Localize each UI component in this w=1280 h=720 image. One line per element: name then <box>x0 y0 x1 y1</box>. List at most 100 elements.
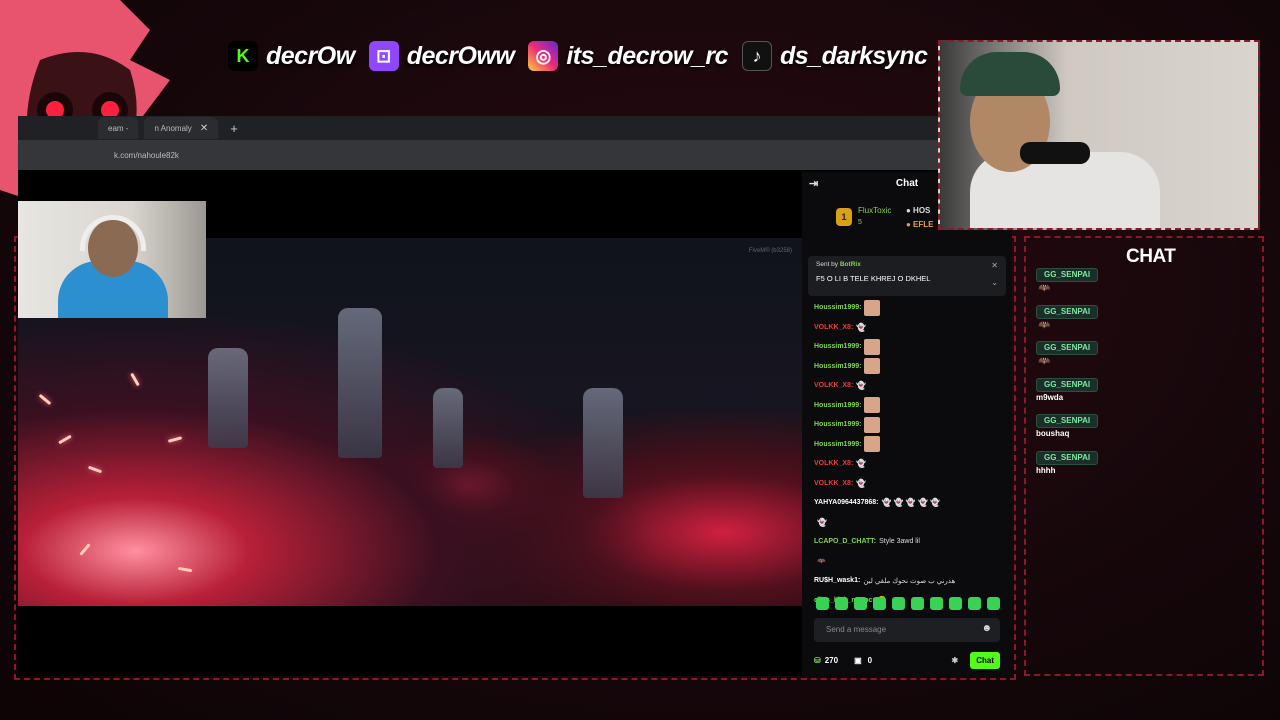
overlay-chat: CHAT GG_SENPAI 🦇 GG_SENPAI 🦇 GG_SENPAI 🦇 GG_SE… <box>1028 238 1262 676</box>
address-bar[interactable]: k.com/nahoule82k ☆ ⧉ <box>18 140 1012 170</box>
chat-username[interactable]: Houssim1999: <box>814 421 861 428</box>
emote-button[interactable] <box>987 597 1000 610</box>
game-hud-text: FiveM® (b3258) <box>748 248 792 254</box>
chat-username[interactable]: Houssim1999: <box>814 343 861 350</box>
chat-text: 👻 <box>856 381 867 391</box>
host-tag: ● HOS <box>906 206 931 215</box>
gift-count: 0 <box>867 655 873 665</box>
tab-bar: eam - n Anomaly ✕ + <box>18 116 1012 140</box>
chat-username[interactable]: Houssim1999: <box>814 441 861 448</box>
spark <box>167 436 183 443</box>
social-instagram[interactable]: ◎ its_decrow_rc <box>528 41 728 71</box>
player-figure <box>433 388 463 468</box>
chat-message: 👻 <box>814 513 1006 533</box>
chat-input-placeholder: Send a message <box>826 625 887 634</box>
chat-username[interactable]: VOLKK_X8: <box>814 460 853 467</box>
points-icon: ⛁ <box>814 655 821 665</box>
pinned-message[interactable]: Sent by BotRix F5 O LI B TELE KHREJ O DK… <box>808 256 1006 296</box>
kick-chat-panel: ⇥ Chat 1 FluxToxic 5 ● HOS ● EFLE Sent b… <box>802 172 1012 676</box>
chat-username[interactable]: VOLKK_X8: <box>814 382 853 389</box>
emote-image <box>864 436 881 453</box>
pinned-sender: Sent by BotRix <box>816 261 998 268</box>
emote-button[interactable] <box>816 597 829 610</box>
spark <box>38 393 52 406</box>
chat-text: 👻 <box>817 517 827 527</box>
tab-title: n Anomaly <box>154 123 192 133</box>
emote-image <box>864 358 881 375</box>
social-twitch[interactable]: ⊡ decrOww <box>368 41 515 71</box>
url-text[interactable]: k.com/nahoule82k <box>114 151 944 160</box>
overlay-chat-message: 🦇 <box>1038 283 1051 294</box>
overlay-chat-title: CHAT <box>1126 246 1176 267</box>
emote-button[interactable] <box>968 597 981 610</box>
chat-messages: Houssim1999: VOLKK_X8: 👻 Houssim1999: Houssi… <box>814 298 1006 610</box>
pinned-text: F5 O LI B TELE KHREJ O DKHEL <box>816 274 931 283</box>
emote-button[interactable] <box>892 597 905 610</box>
emote-button[interactable] <box>854 597 867 610</box>
unpin-icon[interactable]: ✕ <box>991 261 998 270</box>
emote-button[interactable] <box>949 597 962 610</box>
overlay-chat-message: boushaq <box>1036 429 1070 438</box>
kick-icon: K <box>228 41 258 71</box>
spark <box>87 465 103 474</box>
chat-username[interactable]: Houssim1999: <box>814 402 861 409</box>
overlay-chat-message: 🦇 <box>1038 319 1051 331</box>
social-kick[interactable]: K decrOw <box>228 41 355 71</box>
gear-icon[interactable]: ✱ <box>952 656 959 665</box>
chat-username[interactable]: YAHYA0964437868: <box>814 499 878 506</box>
emote-quickbar <box>816 597 1000 610</box>
microphone-icon <box>1020 142 1090 164</box>
tiktok-icon: ♪ <box>742 41 772 71</box>
spark <box>177 566 193 573</box>
chat-message: YAHYA0964437868: 👻 👻 👻 👻 👻 <box>814 493 1006 513</box>
spark <box>130 372 140 387</box>
chat-message: LCAPO_D_CHATT: Style 3awd lil <box>814 532 1006 552</box>
chat-username[interactable]: VOLKK_X8: <box>814 480 853 487</box>
overlay-chat-username: GG_SENPAI <box>1036 304 1099 319</box>
gift-icon[interactable]: ▣ <box>854 656 862 665</box>
sender-name: BotRix <box>839 261 861 268</box>
guest-facecam <box>18 201 206 318</box>
overlay-chat-username: GG_SENPAI <box>1036 377 1099 392</box>
chat-input[interactable]: Send a message ☻ <box>814 618 1000 642</box>
twitch-icon: ⊡ <box>368 41 399 71</box>
cap-icon <box>960 52 1060 96</box>
browser-tab-active[interactable]: n Anomaly ✕ <box>144 117 219 139</box>
new-tab-button[interactable]: + <box>230 121 238 136</box>
chat-text: هدرني ب صوت نحوك ملقي لين <box>863 577 956 585</box>
points-count[interactable]: 270 <box>825 656 838 665</box>
social-handle: decrOw <box>266 41 355 70</box>
top-gifter-name[interactable]: FluxToxic <box>858 206 891 215</box>
chat-message: Houssim1999: <box>814 435 1006 455</box>
browser-tab[interactable]: eam - <box>98 117 139 139</box>
chat-username[interactable]: Houssim1999: <box>814 304 861 311</box>
chat-message: VOLKK_X8: 👻 <box>814 318 1006 338</box>
player-figure <box>208 348 248 448</box>
emote-image <box>864 416 881 433</box>
chat-username[interactable]: RU$H_wask1: <box>814 577 860 584</box>
emote-button[interactable] <box>911 597 924 610</box>
social-tiktok[interactable]: ♪ ds_darksync <box>742 41 928 71</box>
overlay-chat-username: GG_SENPAI <box>1036 414 1099 428</box>
stream-overlay: { "socials": [ {"icon": "kick-icon", "gl… <box>0 0 1280 720</box>
tab-title: eam - <box>108 123 129 133</box>
send-chat-button[interactable]: Chat <box>970 651 1000 669</box>
chevron-down-icon[interactable]: ⌄ <box>991 278 998 287</box>
emote-button[interactable] <box>873 597 886 610</box>
collapse-chat-icon[interactable]: ⇥ <box>809 177 818 190</box>
overlay-chat-message: 🦇 <box>1038 356 1051 367</box>
chat-text: 👻 <box>856 459 867 469</box>
close-icon[interactable]: ✕ <box>200 123 208 134</box>
chat-footer: ⛁ 270 ▣ 0 ✱ Chat <box>814 650 1000 670</box>
emoji-picker-icon[interactable]: ☻ <box>981 623 992 634</box>
chat-message: Houssim1999: <box>814 357 1006 377</box>
social-handle: decrOww <box>406 41 515 70</box>
sent-by-label: Sent by <box>816 261 839 268</box>
emote-button[interactable] <box>835 597 848 610</box>
chat-text: 👻 <box>856 478 867 488</box>
chat-username[interactable]: Houssim1999: <box>814 363 861 370</box>
chat-username[interactable]: LCAPO_D_CHATT: <box>814 538 876 545</box>
emote-button[interactable] <box>930 597 943 610</box>
chat-message: Houssim1999: <box>814 415 1006 435</box>
chat-username[interactable]: VOLKK_X8: <box>814 324 853 331</box>
